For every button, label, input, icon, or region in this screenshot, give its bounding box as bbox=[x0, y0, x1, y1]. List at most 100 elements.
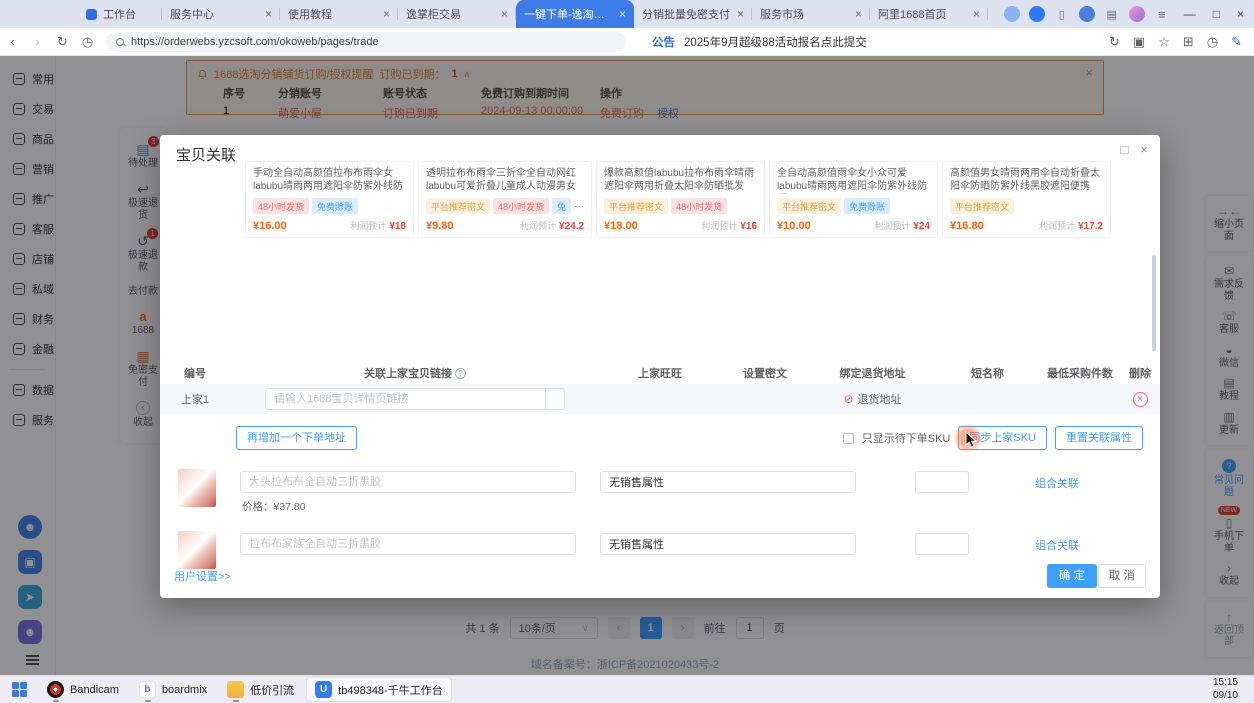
toolbar-extensions: ▯ ▤ ≡ bbox=[1004, 0, 1178, 28]
history-icon[interactable]: ◷ bbox=[75, 34, 100, 50]
only-pending-sku-checkbox[interactable] bbox=[843, 433, 854, 444]
user-settings-link[interactable]: 用户设置>> bbox=[174, 568, 231, 584]
edit-note-icon[interactable]: ✎ bbox=[1231, 34, 1242, 50]
browser-tab[interactable]: 服务中心 × bbox=[162, 0, 280, 28]
tab-close-icon[interactable]: × bbox=[737, 7, 744, 21]
product-tag: 免 bbox=[552, 198, 571, 214]
product-tag: 48小时发货 bbox=[493, 198, 549, 214]
product-card-price-row: ¥18.00 利润预计 ¥16 bbox=[604, 219, 757, 232]
profit-value: ¥24.2 bbox=[559, 221, 584, 232]
browser-tab[interactable]: 阿里1688首页 × bbox=[870, 0, 988, 28]
profit-estimate: 利润预计 ¥16 bbox=[701, 219, 757, 232]
tab-close-icon[interactable]: × bbox=[855, 7, 862, 21]
info-icon: ? bbox=[455, 368, 466, 379]
paw-extension-icon[interactable] bbox=[1004, 6, 1020, 22]
sales-attr-input[interactable] bbox=[600, 471, 856, 493]
tab-close-icon[interactable]: × bbox=[501, 7, 508, 21]
product-card-tags: 48小时发货 免费赊账 bbox=[253, 198, 406, 214]
page-url: https://orderwebs.yzcsoft.com/okoweb/pag… bbox=[131, 36, 379, 48]
reload-icon[interactable]: ↻ bbox=[50, 34, 75, 50]
add-order-address-button[interactable]: 再增加一个下单地址 bbox=[236, 426, 357, 450]
product-card-title: 全自动高颜值雨伞女小众可爱labubu晴雨两用遮阳伞防紫外线防晒 bbox=[777, 167, 930, 194]
product-card-price-row: ¥10.00 利润预计 ¥24 bbox=[777, 219, 930, 232]
browser-tab[interactable]: 分销批量免密支付 × bbox=[634, 0, 752, 28]
apps-grid-icon[interactable]: ⊞ bbox=[1183, 34, 1194, 50]
combo-association-link[interactable]: 组合关联 bbox=[1035, 475, 1079, 491]
modal-scrollbar-thumb[interactable] bbox=[1152, 255, 1156, 351]
back-icon[interactable]: ‹ bbox=[0, 34, 25, 49]
product-card-tags: 平台推荐密文 免费赊账 bbox=[777, 198, 930, 214]
tab-close-icon[interactable]: × bbox=[383, 7, 390, 21]
notes-extension-icon[interactable]: ▤ bbox=[1104, 6, 1120, 22]
address-bar-icons: ↻ ▣ ☆ ⊞ ◷ ✎ bbox=[1109, 34, 1254, 50]
browser-tab[interactable]: 使用教程 × bbox=[280, 0, 398, 28]
tab-label: 一键下单-逸淘软件 bbox=[524, 6, 615, 22]
start-button-icon[interactable] bbox=[12, 682, 27, 697]
phone-extension-icon[interactable]: ▯ bbox=[1054, 6, 1070, 22]
announcement[interactable]: 公告 2025年9月超级88活动报名点此提交 bbox=[652, 34, 867, 50]
announcement-badge: 公告 bbox=[652, 34, 675, 50]
product-card[interactable]: 手动全自动高颜值拉布布雨伞女labubu晴雨两用遮阳伞防紫外线防 48小时发货 … bbox=[245, 161, 414, 238]
supplier-link-input[interactable] bbox=[265, 388, 545, 410]
sync-supplier-sku-button[interactable]: 同步上家SKU bbox=[958, 426, 1047, 450]
profit-label: 利润预计 bbox=[701, 221, 737, 231]
product-card[interactable]: 透明拉布布雨伞三折伞全自动网红labubu可爱折叠儿童成人动漫男女 平台推荐密文… bbox=[418, 161, 592, 238]
product-card[interactable]: 全自动高颜值雨伞女小众可爱labubu晴雨两用遮阳伞防紫外线防晒 平台推荐密文 … bbox=[769, 161, 938, 238]
blue-dial-extension-icon[interactable] bbox=[1029, 6, 1045, 22]
link-addon-button[interactable] bbox=[545, 388, 565, 410]
qianniu: U bbox=[315, 681, 332, 698]
browser-tab-bar: 工作台 服务中心 × 使用教程 × 逸掌柜交易 bbox=[0, 0, 1254, 28]
min-purchase-qty-input[interactable] bbox=[915, 533, 969, 555]
min-purchase-qty-input[interactable] bbox=[915, 471, 969, 493]
browser-tab[interactable]: 逸掌柜交易 × bbox=[398, 0, 516, 28]
tab-close-icon[interactable]: × bbox=[265, 7, 272, 21]
short-name-input[interactable] bbox=[240, 533, 576, 555]
maximize-icon[interactable]: □ bbox=[1213, 7, 1220, 21]
screen: 工作台 服务中心 × 使用教程 × 逸掌柜交易 bbox=[0, 0, 1254, 703]
url-omnibox[interactable]: https://orderwebs.yzcsoft.com/okoweb/pag… bbox=[106, 32, 626, 52]
close-window-icon[interactable]: × bbox=[1237, 7, 1244, 21]
tab-group-icon[interactable]: ▣ bbox=[1133, 34, 1145, 50]
product-card[interactable]: 高颜值男女晴雨两用伞自动折叠太阳伞防晒防紫外线黑胶遮阳便携 平台推荐密文 ¥16… bbox=[942, 161, 1111, 238]
product-card-title: 高颜值男女晴雨两用伞自动折叠太阳伞防晒防紫外线黑胶遮阳便携 bbox=[950, 167, 1103, 194]
tab-close-icon[interactable]: × bbox=[619, 7, 626, 21]
history-clock-icon[interactable]: ◷ bbox=[1207, 34, 1218, 50]
folder bbox=[227, 681, 244, 698]
profit-value: ¥18 bbox=[389, 221, 406, 232]
taskbar-app[interactable]: Bandicam bbox=[39, 678, 127, 701]
announcement-text: 2025年9月超级88活动报名点此提交 bbox=[684, 34, 867, 50]
return-address-chip[interactable]: ⊘ 退货地址 bbox=[810, 391, 935, 407]
confirm-button[interactable]: 确 定 bbox=[1047, 564, 1097, 588]
delete-row-icon[interactable]: × bbox=[1133, 392, 1148, 407]
short-name-input[interactable] bbox=[240, 471, 576, 493]
modal-close-icon[interactable]: × bbox=[1140, 142, 1148, 157]
product-card[interactable]: 爆款高颜值labubu拉布布雨伞晴雨遮阳伞两用折叠太阳伞防晒批发 平台推荐密文 … bbox=[596, 161, 765, 238]
browser-tab[interactable]: 一键下单-逸淘软件 × bbox=[516, 0, 634, 28]
taskbar-app-label: Bandicam bbox=[70, 684, 119, 696]
browser-tab[interactable]: 服务市场 × bbox=[752, 0, 870, 28]
bookmark-star-icon[interactable]: ☆ bbox=[1158, 34, 1170, 50]
taskbar-app[interactable]: 低价引流 bbox=[219, 678, 302, 701]
browser-tab[interactable]: 工作台 bbox=[78, 0, 162, 28]
forward-icon[interactable]: › bbox=[25, 34, 50, 49]
product-thumbnail bbox=[178, 531, 216, 569]
reset-association-attrs-button[interactable]: 重置关联属性 bbox=[1055, 426, 1143, 450]
minimize-icon[interactable]: — bbox=[1184, 7, 1196, 21]
combo-association-link[interactable]: 组合关联 bbox=[1035, 537, 1079, 553]
modal-maximize-icon[interactable]: □ bbox=[1121, 142, 1129, 157]
profile-avatar[interactable] bbox=[1129, 6, 1145, 22]
taskbar-app-label: 低价引流 bbox=[250, 682, 294, 698]
only-pending-sku-label: 只显示待下单SKU bbox=[862, 430, 951, 446]
tab-close-icon[interactable]: × bbox=[973, 7, 980, 21]
taskbar-app[interactable]: b boardmix bbox=[131, 678, 215, 701]
browser-menu-icon[interactable]: ≡ bbox=[1154, 6, 1170, 22]
sync-icon[interactable]: ↻ bbox=[1109, 34, 1120, 50]
taskbar-clock[interactable]: 15:15 09/10 bbox=[1213, 677, 1248, 702]
table-col-header: 绑定退货地址 bbox=[810, 365, 935, 381]
product-tag: 平台推荐密文 bbox=[426, 198, 490, 214]
cancel-button[interactable]: 取 消 bbox=[1098, 564, 1146, 588]
sales-attr-input[interactable] bbox=[600, 533, 856, 555]
table-col-header: 短名称 bbox=[935, 365, 1040, 381]
taskbar-app[interactable]: U tb498348-千牛工作台 bbox=[306, 677, 452, 702]
round-blue-extension-icon[interactable] bbox=[1079, 6, 1095, 22]
